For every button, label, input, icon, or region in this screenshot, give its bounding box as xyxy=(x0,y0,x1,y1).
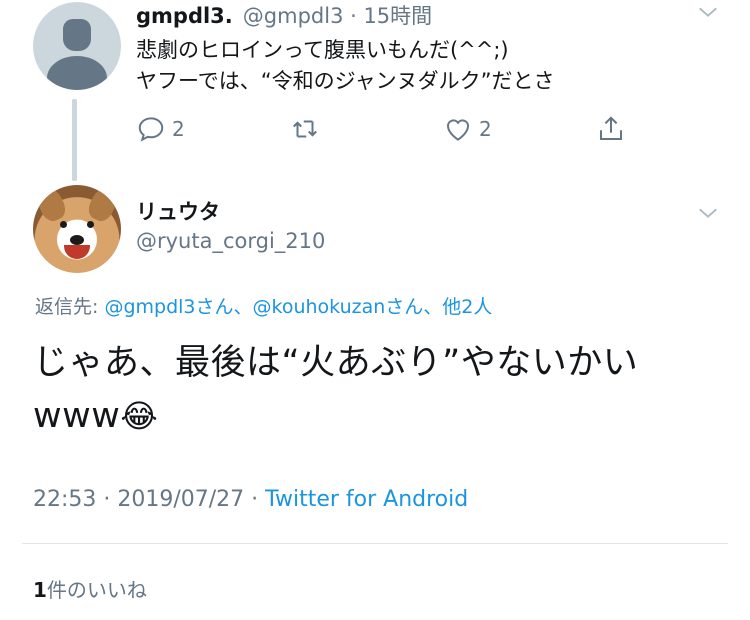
like-button[interactable]: 2 xyxy=(443,114,492,144)
reply-count: 2 xyxy=(172,117,185,141)
likes-count: 1 xyxy=(33,578,47,602)
dog-mouth xyxy=(64,245,90,259)
dog-eye-left xyxy=(60,221,67,228)
tweet2-source-link[interactable]: Twitter for Android xyxy=(265,487,468,512)
tweet1-text: 悲劇のヒロインって腹黒いもんだ(^^;) ヤフーでは、“令和のジャンヌダルク”だ… xyxy=(136,38,555,93)
like-icon xyxy=(446,119,470,141)
dog-eye-right xyxy=(87,221,94,228)
avatar-gmpdl3[interactable] xyxy=(33,2,121,90)
tweet1-header: gmpdl3. @gmpdl3 · 15時間 xyxy=(136,0,432,30)
share-icon xyxy=(600,116,622,140)
reply-icon xyxy=(138,117,164,142)
chevron-down-icon[interactable] xyxy=(697,1,719,23)
tweet1-handle-time[interactable]: @gmpdl3 · 15時間 xyxy=(243,4,432,28)
default-avatar-body xyxy=(47,56,107,90)
reply-users-link[interactable]: @gmpdl3さん、@kouhokuzanさん、他2人 xyxy=(104,296,492,318)
like-count: 2 xyxy=(479,117,492,141)
dog-ear-right xyxy=(84,185,121,225)
share-button[interactable] xyxy=(596,114,626,144)
reply-button[interactable]: 2 xyxy=(136,114,185,144)
retweet-button[interactable] xyxy=(290,114,320,144)
default-avatar-head xyxy=(63,19,91,51)
avatar-ryuta-corgi[interactable] xyxy=(33,185,121,273)
thread-connector-line xyxy=(72,99,77,181)
tweet2-display-name[interactable]: リュウタ xyxy=(136,196,220,226)
tweet2-timestamp[interactable]: 22:53 · 2019/07/27 · xyxy=(33,487,265,512)
reply-prefix: 返信先: xyxy=(35,296,105,318)
tears-of-joy-emoji-icon: 😂 xyxy=(120,397,159,435)
likes-summary[interactable]: 1件のいいね xyxy=(33,574,147,603)
retweet-icon xyxy=(293,120,317,138)
likes-label: 件のいいね xyxy=(46,578,147,602)
tweet2-meta: 22:53 · 2019/07/27 · Twitter for Android xyxy=(33,487,468,512)
tweet1-display-name[interactable]: gmpdl3. xyxy=(136,4,233,28)
chevron-down-icon[interactable] xyxy=(697,202,719,224)
divider xyxy=(22,543,728,544)
reply-context: 返信先: @gmpdl3さん、@kouhokuzanさん、他2人 xyxy=(35,292,492,319)
tweet2-handle[interactable]: @ryuta_corgi_210 xyxy=(136,229,325,253)
tweet2-text-block: じゃあ、最後は“火あぶり”やないかい www😂 xyxy=(33,337,733,443)
dog-nose xyxy=(70,235,84,245)
dog-ear-left xyxy=(33,185,70,225)
